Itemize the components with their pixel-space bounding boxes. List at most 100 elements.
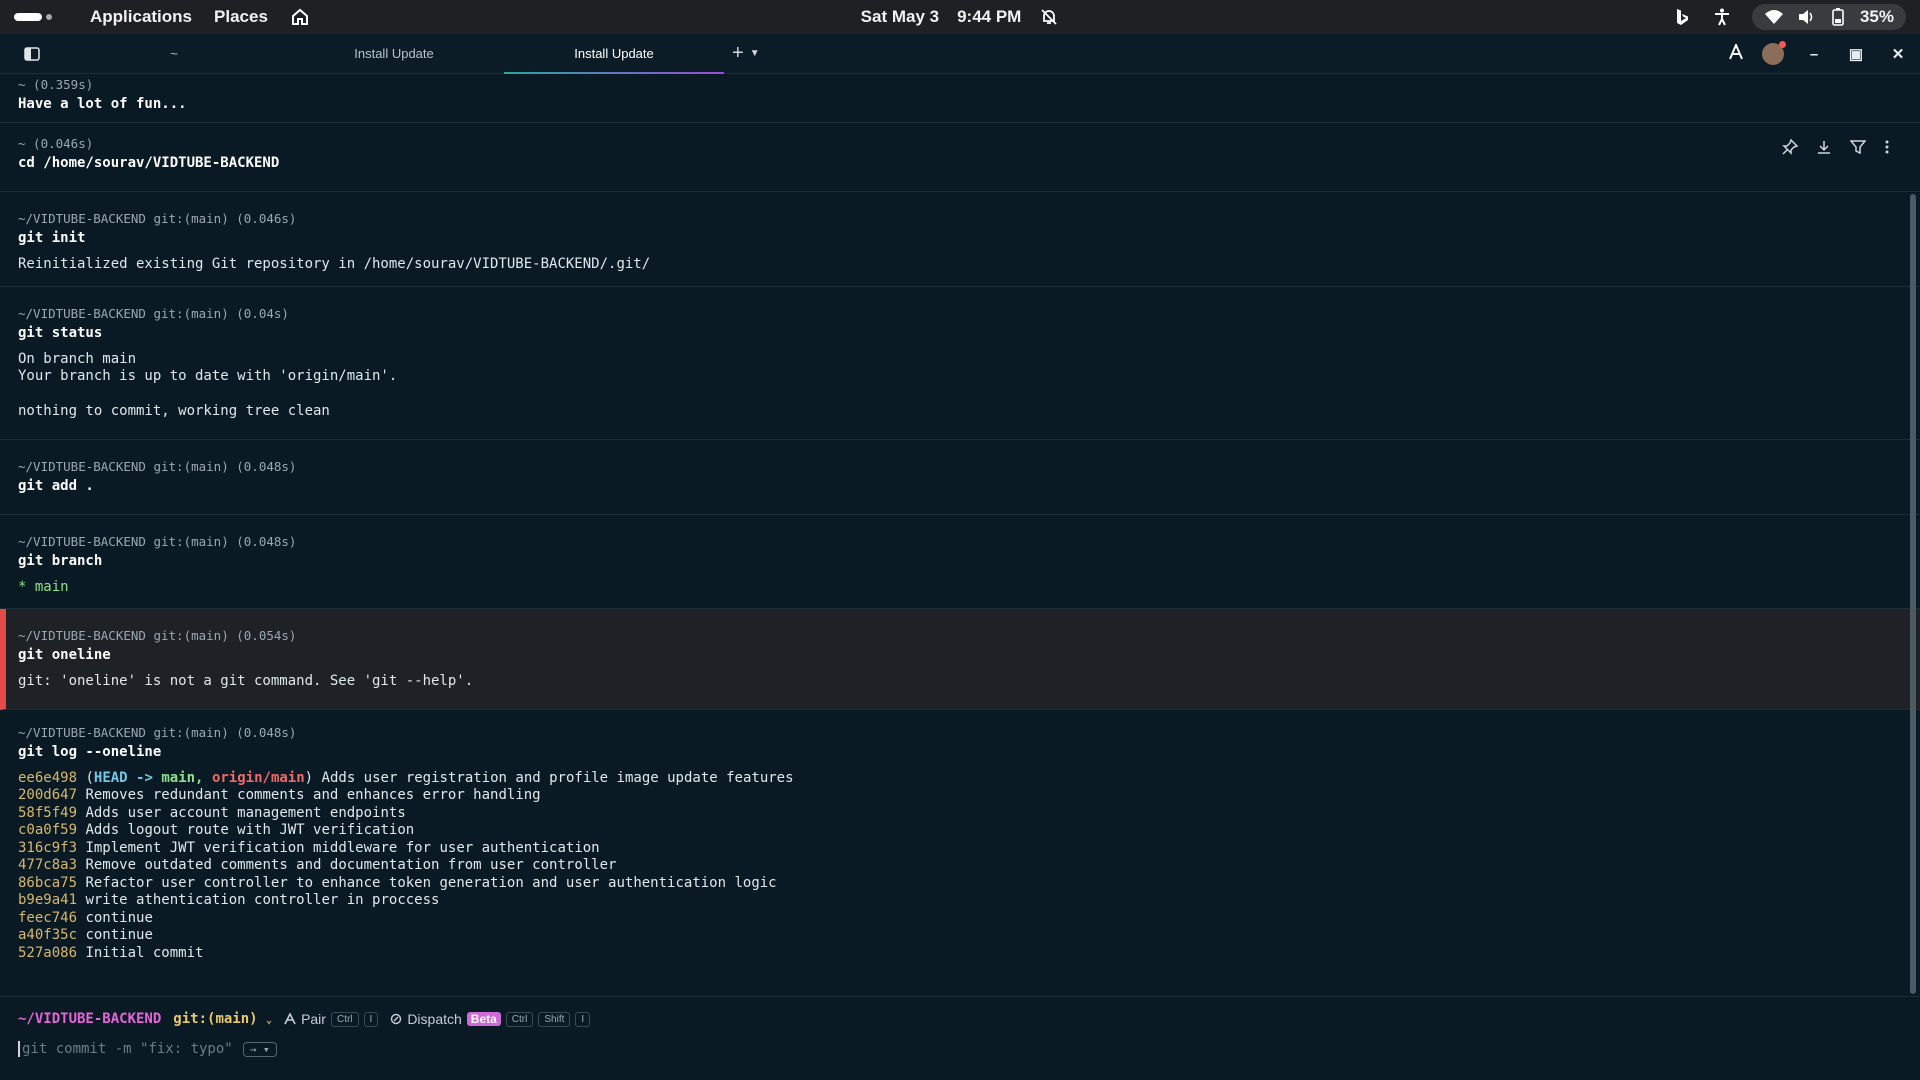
applications-menu[interactable]: Applications bbox=[90, 7, 192, 27]
dispatch-icon bbox=[391, 1013, 402, 1025]
command-block[interactable]: ~ (0.046s) cd /home/sourav/VIDTUBE-BACKE… bbox=[0, 123, 1920, 192]
command-block-error[interactable]: ~/VIDTUBE-BACKEND git:(main) (0.054s) gi… bbox=[0, 609, 1920, 710]
output-line: Your branch is up to date with 'origin/m… bbox=[18, 368, 398, 384]
tab-install-update-2[interactable]: Install Update bbox=[504, 34, 724, 74]
kbd-hint: Ctrl bbox=[330, 1011, 359, 1027]
chevron-down-icon[interactable]: ▼ bbox=[750, 48, 760, 59]
more-icon[interactable] bbox=[1884, 139, 1890, 159]
git-log-line: 200d647 Removes redundant comments and e… bbox=[18, 787, 1902, 805]
chevron-down-icon: ⌄ bbox=[266, 1015, 273, 1026]
minimize-button[interactable]: – bbox=[1802, 42, 1826, 66]
ref-open: ( bbox=[85, 769, 94, 786]
pair-button[interactable]: Pair Ctrl I bbox=[284, 1011, 379, 1027]
system-tray[interactable]: 35% bbox=[1751, 3, 1906, 31]
output-line: ​ bbox=[18, 386, 1902, 404]
ai-icon[interactable] bbox=[1728, 41, 1744, 65]
download-icon[interactable] bbox=[1816, 139, 1832, 159]
bell-off-icon[interactable] bbox=[1039, 7, 1059, 28]
close-button[interactable]: ✕ bbox=[1886, 42, 1910, 66]
kbd-hint: I bbox=[363, 1011, 379, 1027]
time-label[interactable]: 9:44 PM bbox=[957, 7, 1021, 27]
block-command: cd /home/sourav/VIDTUBE-BACKEND bbox=[18, 155, 280, 171]
commit-hash: a40f35c bbox=[18, 927, 78, 943]
dispatch-button[interactable]: Dispatch Beta Ctrl Shift I bbox=[390, 1011, 591, 1027]
prompt-line: ~/VIDTUBE-BACKEND git:(main) ⌄ Pair Ctrl… bbox=[18, 1011, 1902, 1027]
volume-icon bbox=[1796, 7, 1816, 28]
filter-icon[interactable] bbox=[1849, 139, 1867, 159]
commit-message: Adds user account management endpoints bbox=[85, 804, 406, 821]
window-controls: – ▣ ✕ bbox=[1728, 34, 1910, 74]
commit-message: continue bbox=[85, 909, 153, 926]
command-block[interactable]: ~/VIDTUBE-BACKEND git:(main) (0.048s) gi… bbox=[0, 440, 1920, 515]
git-log-line: 527a086 Initial commit bbox=[18, 945, 1902, 963]
git-log-line: b9e9a41 write athentication controller i… bbox=[18, 892, 1902, 910]
commit-message: Remove outdated comments and documentati… bbox=[85, 857, 617, 873]
output-line: Reinitialized existing Git repository in… bbox=[18, 256, 651, 272]
enter-arrow: → bbox=[249, 1042, 257, 1056]
terminal-tab-bar: ~ Install Update Install Update + ▼ – ▣ … bbox=[0, 34, 1920, 74]
git-log-head-line: ee6e498 (HEAD -> main, origin/main) Adds… bbox=[18, 770, 1902, 788]
home-icon[interactable] bbox=[290, 7, 310, 28]
scrollbar[interactable] bbox=[1910, 194, 1916, 994]
output-line: git: 'oneline' is not a git command. See… bbox=[18, 673, 474, 689]
pair-icon bbox=[284, 1013, 296, 1025]
commit-hash: 316c9f3 bbox=[18, 839, 78, 856]
command-input[interactable]: git commit -m "fix: typo" → ▾ bbox=[18, 1041, 1902, 1057]
tab-home[interactable]: ~ bbox=[64, 34, 284, 74]
commit-hash: 58f5f49 bbox=[18, 804, 78, 821]
block-command: git add . bbox=[18, 477, 94, 494]
commit-hash: c0a0f59 bbox=[18, 822, 78, 838]
places-menu[interactable]: Places bbox=[214, 7, 268, 27]
git-log-line: 86bca75 Refactor user controller to enha… bbox=[18, 875, 1902, 893]
ref-close: ) bbox=[304, 769, 314, 786]
commit-message: Adds logout route with JWT verification bbox=[85, 822, 415, 838]
commit-message: write athentication controller in procce… bbox=[85, 892, 440, 908]
block-meta: ~/VIDTUBE-BACKEND git:(main) (0.048s) bbox=[18, 458, 297, 474]
command-block[interactable]: ~/VIDTUBE-BACKEND git:(main) (0.048s) gi… bbox=[0, 710, 1920, 977]
block-meta: ~/VIDTUBE-BACKEND git:(main) (0.046s) bbox=[18, 211, 297, 226]
commit-message: Implement JWT verification middleware fo… bbox=[85, 839, 600, 856]
plus-icon: + bbox=[732, 42, 744, 64]
head-ref: HEAD -> bbox=[93, 769, 153, 786]
kbd-hint: Shift bbox=[538, 1011, 571, 1027]
block-meta: ~/VIDTUBE-BACKEND git:(main) (0.048s) bbox=[18, 724, 297, 740]
new-tab-button[interactable]: + ▼ bbox=[732, 42, 760, 65]
block-meta: ~ (0.046s) bbox=[18, 136, 94, 151]
accessibility-icon[interactable] bbox=[1712, 7, 1732, 28]
output-line: * main bbox=[18, 578, 69, 595]
block-command: git oneline bbox=[18, 647, 111, 663]
avatar[interactable] bbox=[1762, 41, 1786, 65]
maximize-button[interactable]: ▣ bbox=[1844, 42, 1868, 66]
git-log-line: a40f35c continue bbox=[18, 927, 1902, 945]
tab-install-update-1[interactable]: Install Update bbox=[284, 34, 504, 74]
bing-icon[interactable] bbox=[1672, 7, 1692, 28]
command-block[interactable]: ~/VIDTUBE-BACKEND git:(main) (0.048s) gi… bbox=[0, 515, 1920, 609]
command-block[interactable]: ~/VIDTUBE-BACKEND git:(main) (0.046s) gi… bbox=[0, 192, 1920, 287]
sidebar-toggle-icon[interactable] bbox=[0, 46, 64, 61]
commit-message: Refactor user controller to enhance toke… bbox=[85, 874, 777, 891]
main-ref: main, bbox=[161, 769, 204, 786]
activities-indicator[interactable] bbox=[14, 12, 68, 21]
commit-hash: 200d647 bbox=[18, 787, 78, 803]
commit-message: Removes redundant comments and enhances … bbox=[85, 787, 541, 803]
git-branch-label: git:(main) bbox=[173, 1011, 258, 1027]
wifi-icon bbox=[1764, 7, 1784, 28]
block-command: git status bbox=[18, 324, 103, 341]
output-line: nothing to commit, working tree clean bbox=[18, 403, 330, 419]
kbd-hint: I bbox=[575, 1011, 591, 1027]
date-label[interactable]: Sat May 3 bbox=[861, 7, 939, 27]
output-line: On branch main bbox=[18, 350, 137, 367]
prompt-area: ~/VIDTUBE-BACKEND git:(main) ⌄ Pair Ctrl… bbox=[0, 996, 1920, 1080]
origin-ref: origin/main bbox=[211, 769, 305, 786]
pin-icon[interactable] bbox=[1782, 138, 1799, 159]
prompt-git-branch[interactable]: git:(main) ⌄ bbox=[173, 1011, 272, 1027]
system-top-bar: Applications Places Sat May 3 9:44 PM 35… bbox=[0, 0, 1920, 34]
dispatch-label: Dispatch bbox=[407, 1011, 462, 1027]
git-log-line: 58f5f49 Adds user account management end… bbox=[18, 805, 1902, 823]
prompt-path: ~/VIDTUBE-BACKEND bbox=[18, 1011, 162, 1027]
commit-hash: 86bca75 bbox=[18, 874, 78, 891]
tab-label: Install Update bbox=[574, 46, 654, 61]
battery-percent: 35% bbox=[1859, 6, 1894, 26]
command-block[interactable]: ~/VIDTUBE-BACKEND git:(main) (0.04s) git… bbox=[0, 287, 1920, 440]
command-block[interactable]: ~ (0.359s) Have a lot of fun... bbox=[0, 74, 1920, 123]
